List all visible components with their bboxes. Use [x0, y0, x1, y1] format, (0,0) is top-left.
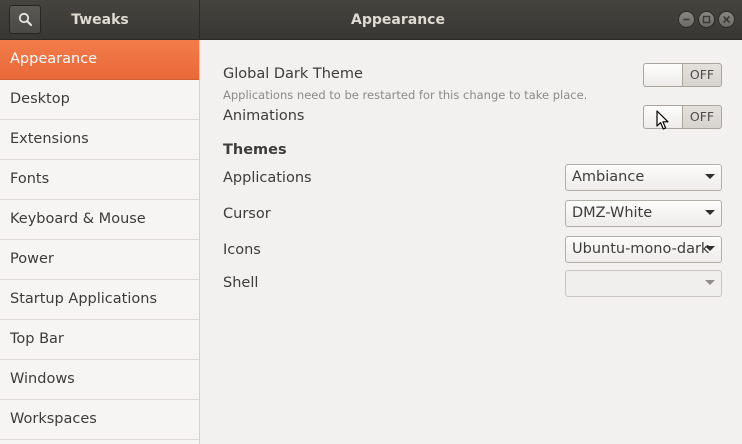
sidebar-item-startup-applications[interactable]: Startup Applications: [0, 280, 199, 320]
dropdown-arrow-icon: [705, 174, 715, 179]
sidebar: Appearance Desktop Extensions Fonts Keyb…: [0, 40, 200, 444]
global-dark-theme-label: Global Dark Theme: [223, 66, 363, 82]
sidebar-item-fonts[interactable]: Fonts: [0, 160, 199, 200]
animations-label: Animations: [223, 108, 305, 124]
sidebar-item-desktop[interactable]: Desktop: [0, 80, 199, 120]
search-button[interactable]: [9, 5, 41, 34]
sidebar-item-workspaces[interactable]: Workspaces: [0, 400, 199, 440]
sidebar-item-extensions[interactable]: Extensions: [0, 120, 199, 160]
maximize-button[interactable]: [698, 11, 715, 28]
mouse-pointer-icon: [656, 110, 669, 130]
dropdown-arrow-icon: [705, 280, 715, 285]
dropdown-arrow-icon: [705, 210, 715, 215]
close-icon: [722, 15, 731, 24]
appearance-panel: Global Dark Theme Applications need to b…: [200, 40, 742, 444]
search-icon: [18, 12, 32, 26]
global-dark-theme-switch[interactable]: OFF: [643, 63, 722, 87]
dropdown-arrow-icon: [705, 246, 715, 251]
sidebar-item-keyboard-mouse[interactable]: Keyboard & Mouse: [0, 200, 199, 240]
sidebar-item-power[interactable]: Power: [0, 240, 199, 280]
sidebar-item-windows[interactable]: Windows: [0, 360, 199, 400]
icons-value: Ubuntu-mono-dark: [572, 241, 710, 257]
switch-state: OFF: [689, 67, 715, 82]
shell-combo[interactable]: [565, 270, 722, 297]
app-title: Tweaks: [71, 12, 129, 28]
icons-label: Icons: [223, 242, 261, 258]
cursor-combo[interactable]: DMZ-White: [565, 200, 722, 227]
page-title: Appearance: [351, 12, 445, 28]
global-dark-theme-note: Applications need to be restarted for th…: [223, 88, 588, 102]
applications-value: Ambiance: [572, 169, 645, 185]
icons-combo[interactable]: Ubuntu-mono-dark: [565, 236, 722, 263]
sidebar-item-top-bar[interactable]: Top Bar: [0, 320, 199, 360]
tweaks-window: Tweaks Appearance Appearance Desktop Ext…: [0, 0, 742, 444]
title-bar-left: Tweaks: [0, 0, 200, 40]
applications-label: Applications: [223, 170, 312, 186]
switch-knob: [644, 64, 683, 86]
themes-heading: Themes: [223, 142, 287, 158]
minimize-icon: [683, 18, 690, 21]
maximize-icon: [702, 15, 711, 24]
close-button[interactable]: [718, 11, 735, 28]
cursor-label: Cursor: [223, 206, 271, 222]
applications-combo[interactable]: Ambiance: [565, 164, 722, 191]
switch-state: OFF: [689, 109, 715, 124]
shell-label: Shell: [223, 275, 259, 291]
minimize-button[interactable]: [678, 11, 695, 28]
title-bar: Tweaks Appearance: [0, 0, 742, 40]
sidebar-item-appearance[interactable]: Appearance: [0, 40, 199, 80]
cursor-value: DMZ-White: [572, 205, 653, 221]
animations-switch[interactable]: OFF: [643, 105, 722, 129]
